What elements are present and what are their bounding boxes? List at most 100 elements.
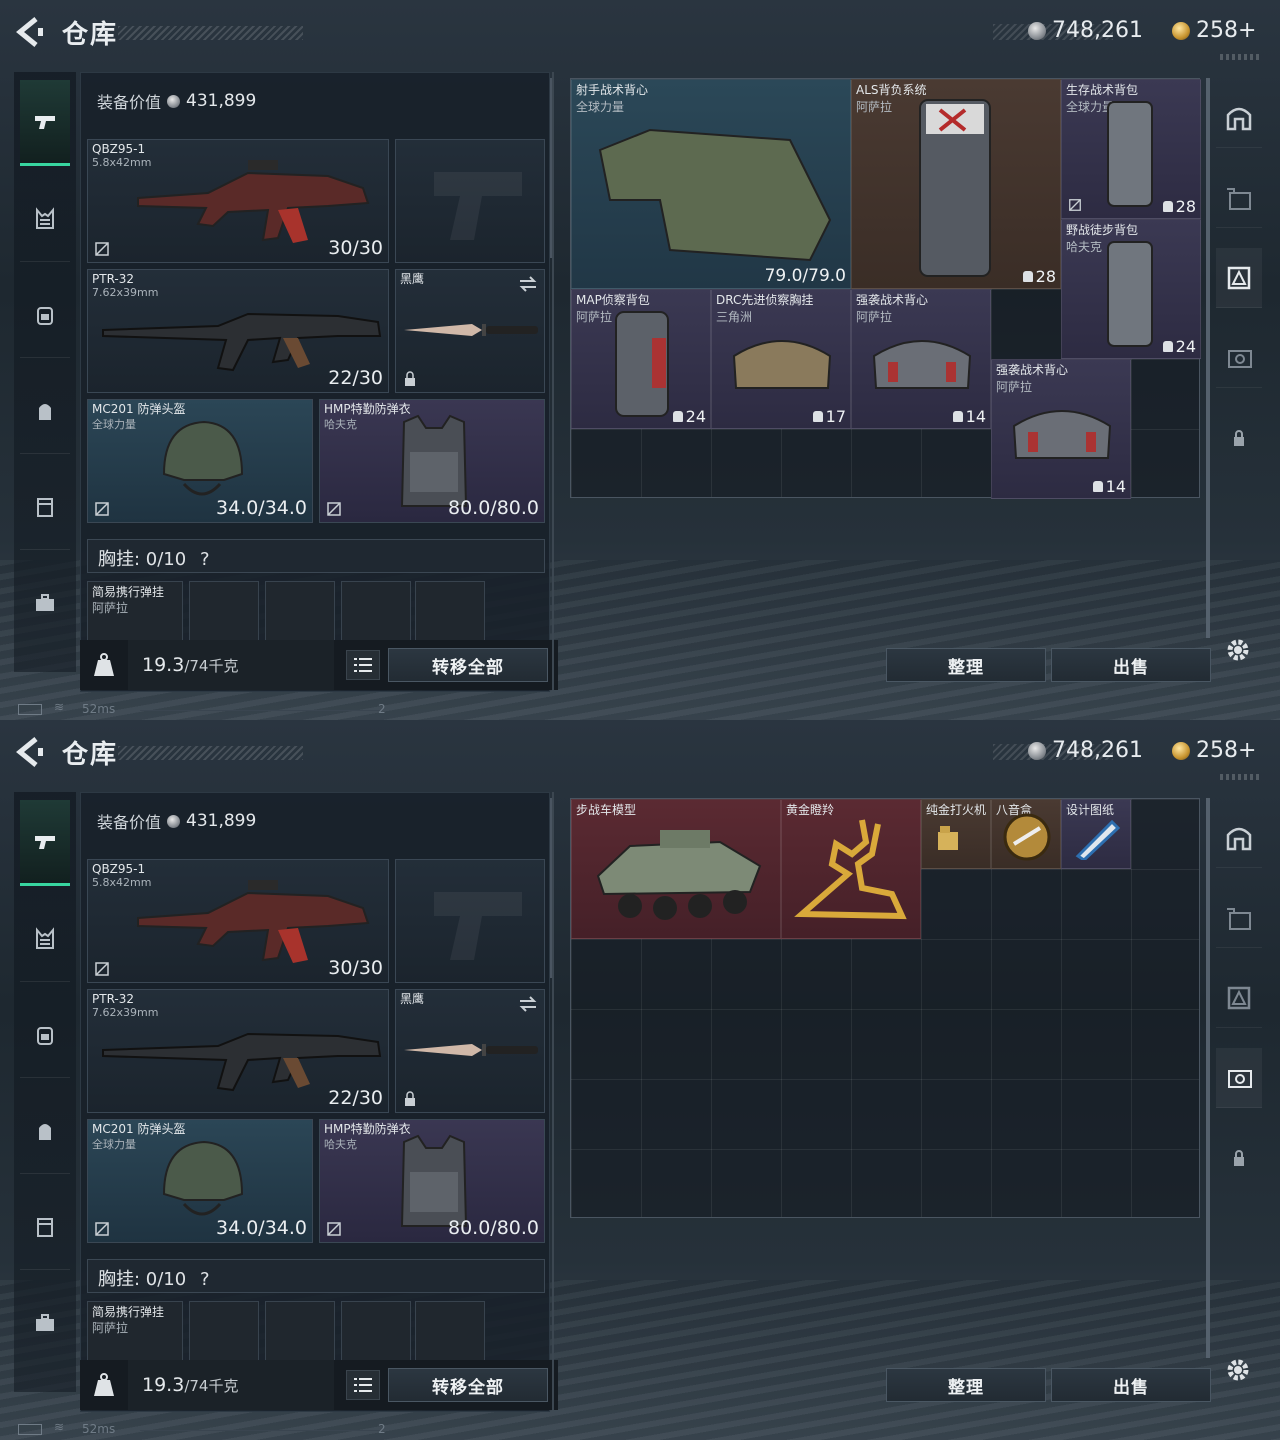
pistol-slot[interactable] (395, 139, 545, 263)
chest-slot-empty[interactable] (415, 1301, 485, 1363)
help-icon[interactable]: ? (200, 549, 210, 570)
stash-tab-locked[interactable] (1216, 1128, 1262, 1188)
stash-item[interactable]: MAP侦察背包 阿萨拉 24 (571, 289, 711, 429)
chest-slot-empty[interactable] (265, 581, 335, 643)
gold-currency[interactable]: 258+ (1172, 738, 1256, 763)
secondary-weapon-name: PTR-32 (92, 992, 135, 1006)
nav-toolbox[interactable] (20, 1280, 70, 1366)
armor-slot[interactable]: HMP特勤防弹衣 哈夫克 80.0/80.0 (319, 1119, 545, 1243)
nav-weapons[interactable] (20, 800, 70, 886)
stash-scrollbar[interactable] (1206, 78, 1210, 638)
nav-chest-rig[interactable] (20, 896, 70, 982)
stash-tab-3[interactable] (1216, 968, 1262, 1028)
back-arrow-icon[interactable] (14, 16, 44, 48)
gear-icon[interactable] (1224, 636, 1252, 664)
melee-slot[interactable]: 黑鹰 (395, 989, 545, 1113)
stash-item[interactable]: 生存战术背包 全球力量 28 (1061, 79, 1201, 219)
chest-rig-icon (36, 926, 54, 949)
secondary-weapon-slot[interactable]: PTR-32 7.62x39mm 22/30 (87, 989, 389, 1113)
helmet-slot[interactable]: MC201 防弹头盔 全球力量 34.0/34.0 (87, 1119, 313, 1243)
stash-item[interactable]: 野战徒步背包 哈夫克 24 (1061, 219, 1201, 359)
pistol-slot[interactable] (395, 859, 545, 983)
bag-icon (39, 403, 51, 420)
chest-rig-item[interactable]: 简易携行弹挂 阿萨拉 (87, 1301, 183, 1363)
chest-rig-item[interactable]: 简易携行弹挂 阿萨拉 (87, 581, 183, 643)
transfer-all-button[interactable]: 转移全部 (388, 1368, 548, 1402)
stash-tab-3[interactable] (1216, 248, 1262, 308)
list-button[interactable] (346, 1370, 380, 1400)
pistol-icon (35, 115, 55, 129)
stash-item[interactable]: 八音盒 (991, 799, 1061, 869)
lock-icon (405, 1091, 415, 1106)
sell-button[interactable]: 出售 (1051, 1368, 1211, 1402)
armor-slot[interactable]: HMP特勤防弹衣 哈夫克 80.0/80.0 (319, 399, 545, 523)
golden-gazelle-image (794, 819, 907, 920)
stash-tab-1[interactable] (1216, 88, 1262, 148)
transfer-all-button[interactable]: 转移全部 (388, 648, 548, 682)
stash-item[interactable]: 强袭战术背心 阿萨拉 14 (991, 359, 1131, 499)
status-divider (140, 710, 380, 711)
nav-toolbox[interactable] (20, 560, 70, 646)
chest-slot-empty[interactable] (341, 1301, 411, 1363)
nav-bag[interactable] (20, 368, 70, 454)
stash-tab-4[interactable] (1216, 328, 1262, 388)
chest-slot-empty[interactable] (189, 1301, 259, 1363)
stash-tab-2[interactable] (1216, 888, 1262, 948)
left-nav (14, 72, 76, 672)
sort-button[interactable]: 整理 (886, 1368, 1046, 1402)
swap-icon[interactable] (518, 276, 538, 292)
primary-weapon-slot[interactable]: QBZ95-1 5.8x42mm 30/30 (87, 139, 389, 263)
stash-scrollbar[interactable] (1206, 798, 1210, 1358)
swap-icon[interactable] (518, 996, 538, 1012)
stash-tab-1[interactable] (1216, 808, 1262, 868)
back-arrow-icon[interactable] (14, 736, 44, 768)
gold-currency[interactable]: 258+ (1172, 18, 1256, 43)
stash-tab-4[interactable] (1216, 1048, 1262, 1108)
silver-coin-icon (1028, 21, 1046, 40)
stash-4-icon (1228, 1069, 1252, 1088)
item-name: 纯金打火机 (926, 803, 987, 817)
primary-weapon-slot[interactable]: QBZ95-1 5.8x42mm 30/30 (87, 859, 389, 983)
page-title: 仓库 (62, 20, 119, 50)
secondary-weapon-slot[interactable]: PTR-32 7.62x39mm 22/30 (87, 269, 389, 393)
help-icon[interactable]: ? (200, 1269, 210, 1290)
stash-item[interactable]: 黄金瞪羚 (781, 799, 921, 939)
stash-item[interactable]: 设计图纸 (1061, 799, 1131, 869)
nav-container[interactable] (20, 464, 70, 550)
stash-item[interactable]: 强袭战术背心 阿萨拉 14 (851, 289, 991, 429)
knife-image (404, 1044, 538, 1056)
stash-item[interactable]: ALS背负系统 阿萨拉 28 (851, 79, 1061, 289)
helmet-slot[interactable]: MC201 防弹头盔 全球力量 34.0/34.0 (87, 399, 313, 523)
wifi-icon: ≋ (54, 700, 65, 714)
stash-item[interactable]: 纯金打火机 (921, 799, 991, 869)
chest-slot-empty[interactable] (415, 581, 485, 643)
chest-slot-empty[interactable] (265, 1301, 335, 1363)
list-button[interactable] (346, 650, 380, 680)
chest-slot-empty[interactable] (341, 581, 411, 643)
capacity-value: 17 (825, 407, 846, 426)
stash-item[interactable]: 步战车模型 (571, 799, 781, 939)
stash-item[interactable]: 射手战术背心 全球力量 79.0/79.0 (571, 79, 851, 289)
sort-button[interactable]: 整理 (886, 648, 1046, 682)
nav-weapons[interactable] (20, 80, 70, 166)
silver-currency[interactable]: 748,261 (1028, 738, 1143, 763)
stash-item[interactable]: DRC先进侦察胸挂 三角洲 17 (711, 289, 851, 429)
chest-slot-empty[interactable] (189, 581, 259, 643)
nav-backpack[interactable] (20, 992, 70, 1078)
no-insure-icon (95, 242, 109, 256)
nav-backpack[interactable] (20, 272, 70, 358)
gear-icon[interactable] (1224, 1356, 1252, 1384)
stash-tab-2[interactable] (1216, 168, 1262, 228)
silver-currency[interactable]: 748,261 (1028, 18, 1143, 43)
nav-bag[interactable] (20, 1088, 70, 1174)
sell-button[interactable]: 出售 (1051, 648, 1211, 682)
chest-rig-capacity-icon (812, 411, 823, 422)
nav-container[interactable] (20, 1184, 70, 1270)
primary-weapon-ammo: 30/30 (328, 957, 383, 979)
nav-chest-rig[interactable] (20, 176, 70, 262)
chest-rig-capacity-icon (1092, 481, 1103, 492)
backpack-icon (37, 1026, 53, 1045)
melee-slot[interactable]: 黑鹰 (395, 269, 545, 393)
arch-icon (1226, 107, 1252, 130)
stash-tab-locked[interactable] (1216, 408, 1262, 468)
